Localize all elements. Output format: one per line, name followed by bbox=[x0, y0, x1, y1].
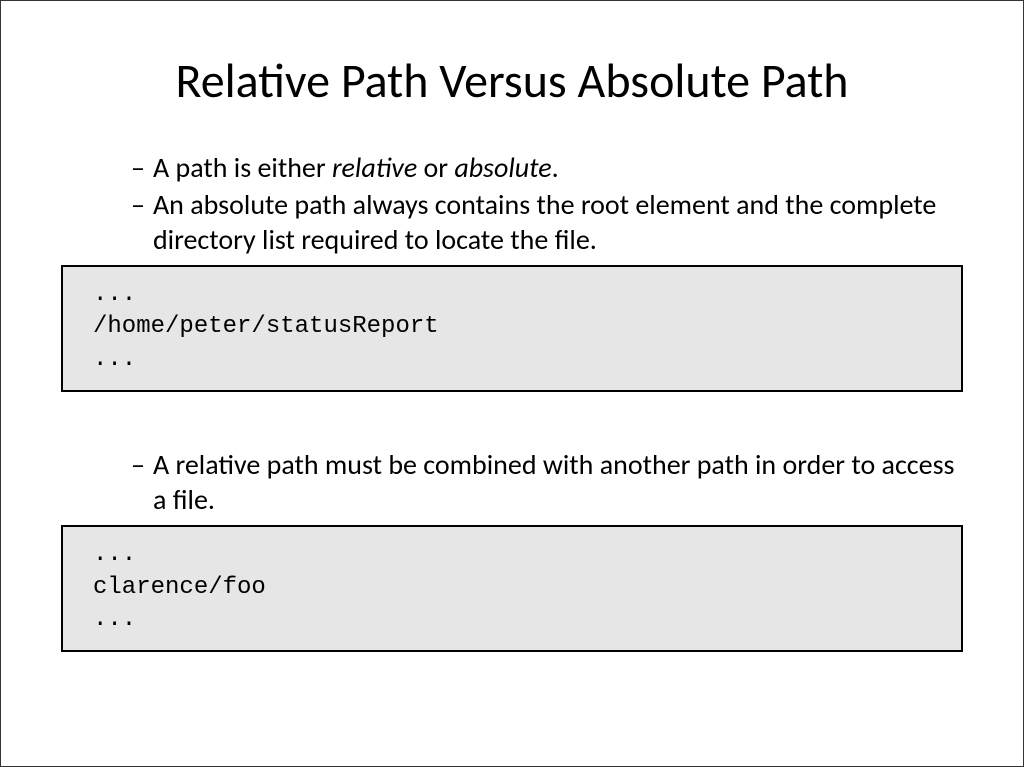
bullet-text-2: An absolute path always contains the roo… bbox=[153, 187, 963, 257]
code-line: clarence/foo bbox=[93, 572, 931, 604]
bullet-1: – A path is either relative or absolute. bbox=[61, 150, 963, 185]
slide-content: – A path is either relative or absolute.… bbox=[1, 150, 1023, 652]
spacer bbox=[61, 422, 963, 447]
b1-or: or bbox=[417, 150, 454, 185]
b1-absolute: absolute bbox=[454, 150, 551, 185]
code-box-relative: ... clarence/foo ... bbox=[61, 525, 963, 652]
bullet-text-1: A path is either relative or absolute. bbox=[153, 150, 963, 185]
dash-icon: – bbox=[131, 150, 145, 185]
bullet-text-3: A relative path must be combined with an… bbox=[153, 447, 963, 517]
code-line: /home/peter/statusReport bbox=[93, 311, 931, 343]
b1-relative: relative bbox=[332, 150, 417, 185]
bullet-3: – A relative path must be combined with … bbox=[61, 447, 963, 517]
code-line: ... bbox=[93, 344, 931, 376]
code-line: ... bbox=[93, 539, 931, 571]
slide-container: Relative Path Versus Absolute Path – A p… bbox=[0, 0, 1024, 767]
code-box-absolute: ... /home/peter/statusReport ... bbox=[61, 265, 963, 392]
code-line: ... bbox=[93, 604, 931, 636]
bullet-2: – An absolute path always contains the r… bbox=[61, 187, 963, 257]
b1-post: . bbox=[552, 150, 559, 185]
dash-icon: – bbox=[131, 187, 145, 222]
code-line: ... bbox=[93, 279, 931, 311]
b1-pre: A path is either bbox=[153, 150, 332, 185]
dash-icon: – bbox=[131, 447, 145, 482]
slide-title: Relative Path Versus Absolute Path bbox=[1, 51, 1023, 110]
